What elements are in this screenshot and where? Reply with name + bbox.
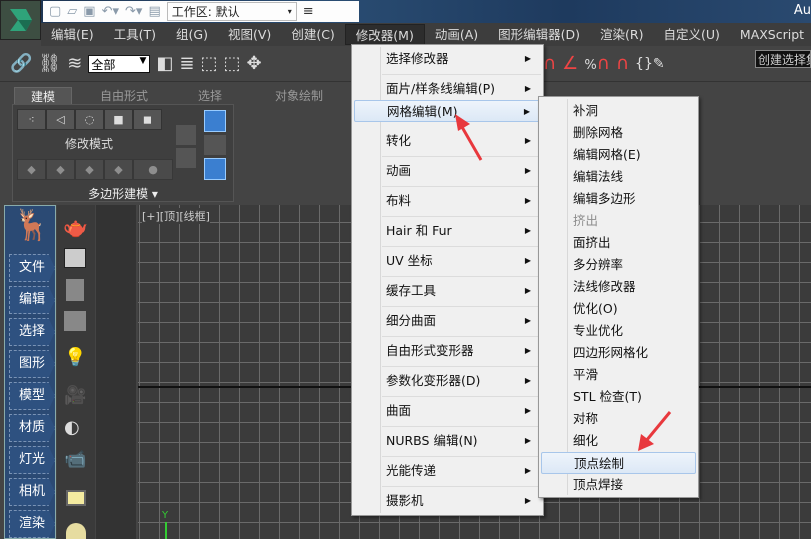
red-arrow-annotation <box>455 114 483 161</box>
annotation-arrows <box>455 114 672 451</box>
red-arrow-annotation <box>638 411 672 451</box>
